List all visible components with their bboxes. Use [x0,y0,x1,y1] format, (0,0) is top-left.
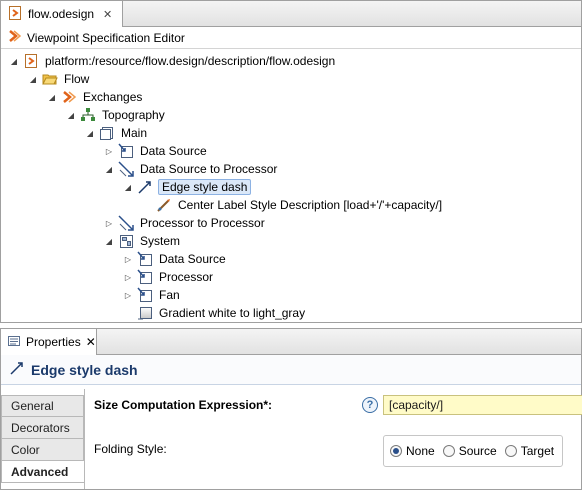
editor-panel: flow.odesign ✕ Viewpoint Specification E… [0,0,582,323]
tree-item[interactable]: ▷ Processor [123,268,214,286]
properties-panel: Properties ✕ Edge style dash General Dec… [0,328,582,490]
collapsed-twisty-icon[interactable]: ▷ [123,291,133,300]
folding-target-radio[interactable]: Target [504,444,555,458]
tree-item-label: Topography [102,108,165,122]
folding-none-label: None [406,444,435,458]
edge-style-icon [9,360,25,379]
properties-header-title: Edge style dash [31,361,138,378]
tree-item[interactable]: ◢ System [104,232,181,250]
folding-style-label: Folding Style: [94,442,167,456]
expanded-twisty-icon[interactable]: ◢ [104,165,114,174]
expanded-twisty-icon[interactable]: ◢ [104,237,114,246]
tree-item-label: System [140,234,181,248]
properties-icon [7,334,21,351]
tree-item-label: Edge style dash [158,179,252,195]
tree-item-label: Gradient white to light_gray [159,306,306,320]
tree-item-label: Center Label Style Description [load+'/'… [178,198,443,212]
edge-style-icon [137,179,153,195]
properties-tab-label: Properties [26,335,81,349]
edge-mapping-icon [118,161,134,177]
label-style-icon [156,197,172,213]
diagram-description-icon [80,107,96,123]
side-tab-advanced[interactable]: Advanced [1,461,84,483]
side-tab-color[interactable]: Color [1,439,84,461]
folding-none-radio[interactable]: None [390,444,435,458]
viewpoint-icon [7,29,22,46]
tree-item[interactable]: ▷ Data Source [123,250,227,268]
collapsed-twisty-icon[interactable]: ▷ [104,219,114,228]
editor-tab-bar: flow.odesign ✕ [1,1,581,27]
close-icon[interactable]: ✕ [103,8,112,21]
odesign-file-icon [23,53,39,69]
tree-item-label: Data Source [140,144,207,158]
tree-item[interactable]: ◢ Topography [66,106,166,124]
expanded-twisty-icon[interactable]: ◢ [28,75,38,84]
tree-item[interactable]: ◢ Edge style dash [123,178,252,196]
layer-icon [99,125,115,141]
node-mapping-icon [137,269,153,285]
tree-item[interactable]: Center Label Style Description [load+'/'… [142,196,443,214]
size-computation-label: Size Computation Expression*: [94,398,273,412]
radio-icon [442,445,455,457]
editor-tab-label: flow.odesign [28,7,95,21]
tree-item[interactable]: ▷ Fan [123,286,181,304]
tree-item-label: Exchanges [83,90,143,104]
tree-item[interactable]: ◢ Data Source to Processor [104,160,278,178]
tree-item-label: Processor to Processor [140,216,265,230]
help-icon[interactable]: ? [362,397,378,413]
editor-title: Viewpoint Specification Editor [27,30,185,45]
tree-item-label: Flow [64,72,90,86]
properties-tab[interactable]: Properties ✕ [1,329,97,355]
tree-item[interactable]: ◢ Main [85,124,148,142]
tree-item[interactable]: ▷ Data Source [104,142,208,160]
tree-item[interactable]: ▷ Processor to Processor [104,214,266,232]
folding-source-label: Source [458,444,497,458]
viewpoint-icon [61,89,77,105]
gradient-style-icon [137,305,153,321]
expanded-twisty-icon[interactable]: ◢ [123,183,133,192]
radio-icon [504,445,517,457]
folding-source-radio[interactable]: Source [442,444,497,458]
folder-open-icon [42,71,58,87]
close-icon[interactable]: ✕ [86,335,96,349]
size-computation-input[interactable]: [capacity/] [383,395,582,415]
expanded-twisty-icon[interactable]: ◢ [85,129,95,138]
odesign-file-icon [7,5,23,24]
expanded-twisty-icon[interactable]: ◢ [47,93,57,102]
node-mapping-icon [137,251,153,267]
properties-header: Edge style dash [1,355,581,385]
properties-side-tabs: General Decorators Color Advanced [1,395,84,483]
tree-item-label: Processor [159,270,214,284]
folding-style-radio-group: None Source Target [383,435,563,467]
editor-title-bar: Viewpoint Specification Editor [1,27,581,49]
expanded-twisty-icon[interactable]: ◢ [66,111,76,120]
tree-item-label: Fan [159,288,180,302]
node-mapping-icon [137,287,153,303]
radio-selected-icon [390,445,402,457]
node-mapping-icon [118,143,134,159]
collapsed-twisty-icon[interactable]: ▷ [104,147,114,156]
side-tab-general[interactable]: General [1,395,84,417]
tree-item[interactable]: ◢ Exchanges [47,88,143,106]
tree-item-label: Data Source [159,252,226,266]
tree-item[interactable]: ◢ platform:/resource/flow.design/descript… [9,52,336,70]
folding-target-label: Target [520,444,555,458]
advanced-section: Size Computation Expression*: ? [capacit… [84,389,582,489]
properties-tab-bar: Properties ✕ [1,329,581,355]
tree-item-label: Main [121,126,148,140]
collapsed-twisty-icon[interactable]: ▷ [123,273,133,282]
tree-item-label: platform:/resource/flow.design/descripti… [45,54,336,68]
editor-tab-flow-odesign[interactable]: flow.odesign ✕ [1,1,123,27]
collapsed-twisty-icon[interactable]: ▷ [123,255,133,264]
tree-item[interactable]: Gradient white to light_gray [123,304,306,322]
container-mapping-icon [118,233,134,249]
tree-item[interactable]: ◢ Flow [28,70,90,88]
expanded-twisty-icon[interactable]: ◢ [9,57,19,66]
side-tab-decorators[interactable]: Decorators [1,417,84,439]
tree-item-label: Data Source to Processor [140,162,278,176]
edge-mapping-icon [118,215,134,231]
